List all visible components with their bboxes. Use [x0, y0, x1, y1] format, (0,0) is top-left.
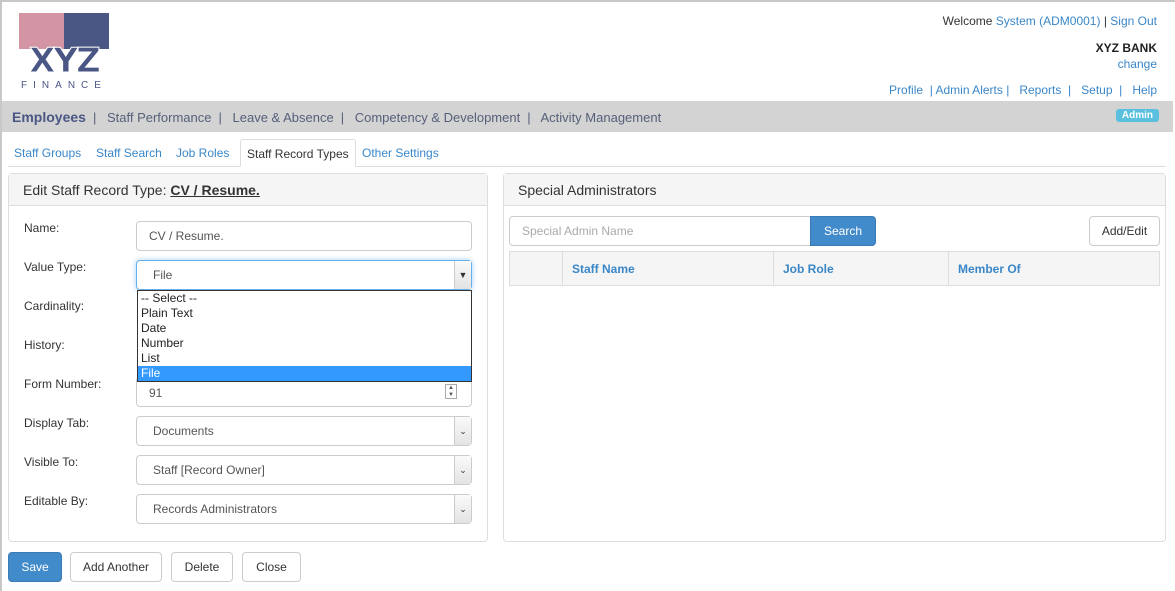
column-header-select — [509, 251, 563, 286]
editable-by-select[interactable]: Records Administrators ⌄ — [136, 494, 472, 524]
nav-leave-absence[interactable]: Leave & Absence — [233, 110, 334, 125]
chevron-down-icon[interactable]: ⌄ — [454, 456, 471, 484]
special-admin-search-input[interactable]: Special Admin Name — [509, 216, 811, 246]
nav-employees[interactable]: Employees — [12, 109, 86, 125]
chevron-down-icon[interactable]: ▼ — [454, 261, 471, 289]
option-plain-text[interactable]: Plain Text — [138, 306, 471, 321]
display-tab-label: Display Tab: — [24, 416, 90, 430]
change-org-link[interactable]: change — [1118, 57, 1157, 71]
value-type-value: File — [153, 268, 173, 282]
record-name: CV / Resume. — [170, 182, 260, 198]
display-tab-select[interactable]: Documents ⌄ — [136, 416, 472, 446]
search-button[interactable]: Search — [810, 216, 876, 246]
nav-activity[interactable]: Activity Management — [541, 110, 662, 125]
option-date[interactable]: Date — [138, 321, 471, 336]
nav-staff-performance[interactable]: Staff Performance — [107, 110, 212, 125]
edit-panel-header: Edit Staff Record Type: CV / Resume. — [9, 174, 487, 206]
admin-badge: Admin — [1115, 109, 1159, 122]
sub-tabs: Staff Groups Staff Search Job Roles Staf… — [8, 139, 1166, 167]
admin-alerts-link[interactable]: Admin Alerts — [936, 83, 1003, 97]
option-select[interactable]: -- Select -- — [138, 291, 471, 306]
option-number[interactable]: Number — [138, 336, 471, 351]
visible-to-label: Visible To: — [24, 455, 79, 469]
chevron-down-icon[interactable]: ⌄ — [454, 417, 471, 445]
help-link[interactable]: Help — [1132, 83, 1157, 97]
main-nav: Employees | Staff Performance | Leave & Ab… — [2, 101, 1173, 132]
top-links: Profile | Admin Alerts | Reports | Setup… — [889, 83, 1157, 97]
history-label: History: — [24, 338, 65, 352]
display-tab-value: Documents — [153, 424, 214, 438]
form-number-value: 91 — [149, 386, 163, 400]
editable-by-value: Records Administrators — [153, 502, 278, 516]
logo-subtext: FINANCE — [21, 80, 107, 91]
separator: | — [1103, 14, 1107, 28]
name-label: Name: — [24, 221, 60, 235]
column-header-job-role[interactable]: Job Role — [773, 251, 949, 286]
reports-link[interactable]: Reports — [1019, 83, 1061, 97]
option-file[interactable]: File — [138, 366, 471, 381]
tab-job-roles[interactable]: Job Roles — [170, 139, 235, 167]
profile-link[interactable]: Profile — [889, 83, 923, 97]
sign-out-link[interactable]: Sign Out — [1110, 14, 1157, 28]
value-type-dropdown: -- Select -- Plain Text Date Number List… — [137, 290, 472, 382]
visible-to-value: Staff [Record Owner] — [153, 463, 265, 477]
org-name: XYZ BANK — [1095, 41, 1157, 55]
add-edit-button[interactable]: Add/Edit — [1089, 216, 1160, 246]
editable-by-label: Editable By: — [24, 494, 89, 508]
special-admins-title: Special Administrators — [504, 174, 1165, 206]
welcome-text: Welcome — [942, 14, 993, 28]
value-type-label: Value Type: — [24, 260, 87, 274]
edit-title: Edit Staff Record Type: — [23, 182, 167, 198]
add-another-button[interactable]: Add Another — [70, 552, 162, 582]
chevron-down-icon[interactable]: ⌄ — [454, 495, 471, 523]
name-input[interactable]: CV / Resume. — [136, 221, 472, 251]
welcome-line: Welcome System (ADM0001) | Sign Out — [943, 14, 1157, 28]
form-number-label: Form Number: — [24, 377, 102, 391]
value-type-select[interactable]: File ▼ — [136, 260, 472, 290]
save-button[interactable]: Save — [8, 552, 62, 582]
user-link[interactable]: System (ADM0001) — [996, 14, 1101, 28]
spinner-icon[interactable]: ▲ ▼ — [445, 384, 457, 399]
tab-other-settings[interactable]: Other Settings — [356, 139, 445, 167]
cardinality-label: Cardinality: — [24, 299, 85, 313]
option-list[interactable]: List — [138, 351, 471, 366]
setup-link[interactable]: Setup — [1081, 83, 1112, 97]
close-button[interactable]: Close — [242, 552, 301, 582]
tab-staff-groups[interactable]: Staff Groups — [8, 139, 87, 167]
column-header-staff-name[interactable]: Staff Name — [562, 251, 774, 286]
tab-staff-record-types[interactable]: Staff Record Types — [240, 139, 356, 167]
column-header-member-of[interactable]: Member Of — [948, 251, 1160, 286]
delete-button[interactable]: Delete — [171, 552, 233, 582]
logo: XYZ — [29, 41, 102, 81]
tab-staff-search[interactable]: Staff Search — [90, 139, 168, 167]
visible-to-select[interactable]: Staff [Record Owner] ⌄ — [136, 455, 472, 485]
nav-competency[interactable]: Competency & Development — [355, 110, 520, 125]
